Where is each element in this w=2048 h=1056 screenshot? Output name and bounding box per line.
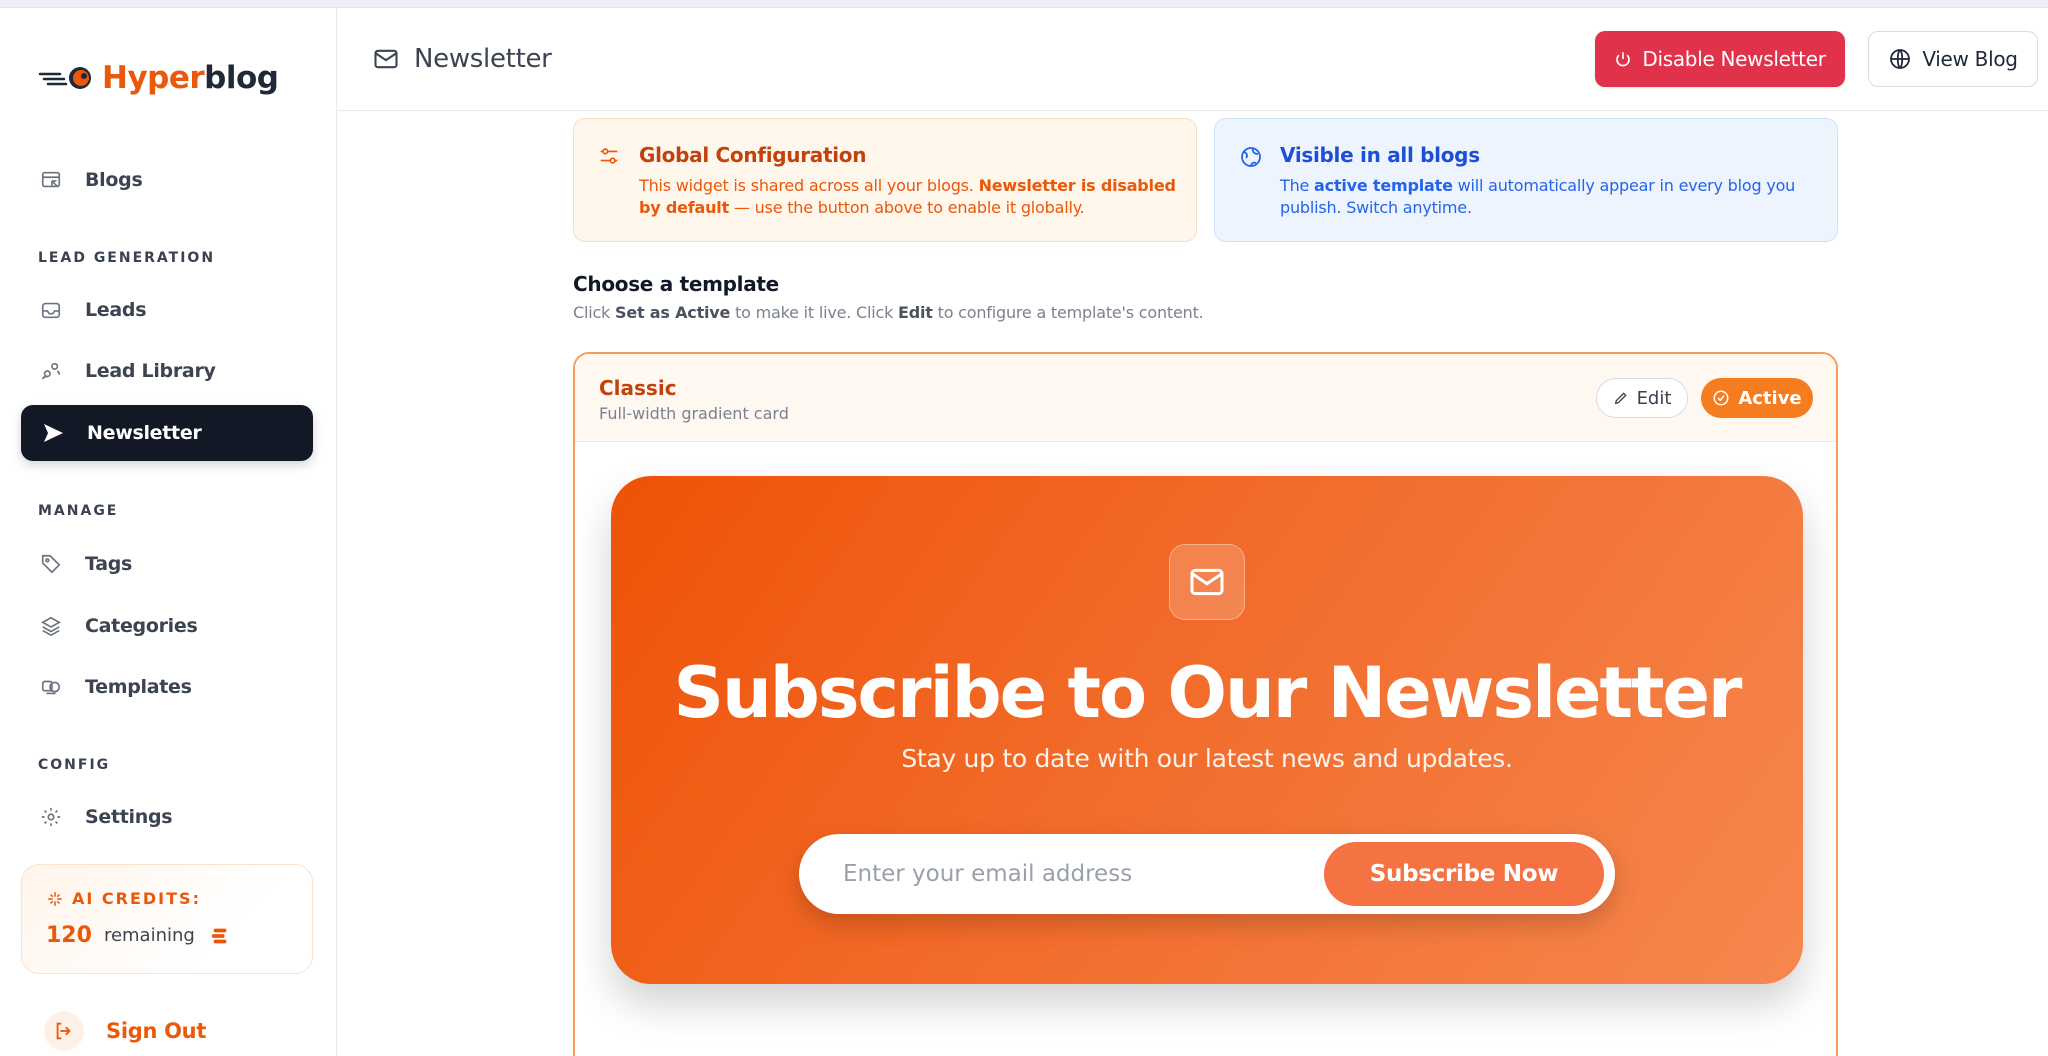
send-icon: [41, 421, 65, 445]
newsletter-preview: Subscribe to Our Newsletter Stay up to d…: [611, 476, 1803, 984]
global-configuration-card: Global Configuration This widget is shar…: [573, 118, 1197, 242]
sidebar-item-label: Templates: [85, 676, 192, 698]
sidebar-item-label: Tags: [85, 553, 133, 575]
page-title: Newsletter: [372, 44, 552, 74]
ai-credits-title: AI CREDITS:: [46, 889, 201, 908]
section-label-lead-generation: LEAD GENERATION: [38, 250, 216, 266]
globe-icon: [1890, 49, 1911, 69]
template-name: Classic: [599, 376, 677, 400]
preview-subtitle: Stay up to date with our latest news and…: [901, 744, 1513, 773]
sidebar-item-newsletter[interactable]: Newsletter: [21, 405, 313, 461]
sidebar-item-label: Blogs: [85, 169, 143, 191]
users-icon: [39, 359, 63, 383]
sidebar-item-lead-library[interactable]: Lead Library: [21, 343, 313, 399]
mail-icon: [374, 49, 398, 69]
power-icon: [1616, 52, 1631, 67]
sidebar-item-categories[interactable]: Categories: [21, 598, 313, 654]
sidebar-item-leads[interactable]: Leads: [21, 282, 313, 338]
sidebar-item-label: Settings: [85, 806, 173, 828]
sidebar-item-tags[interactable]: Tags: [21, 536, 313, 592]
sidebar: Hyperblog Blogs LEAD GENERATION Leads Le…: [0, 8, 337, 1056]
top-border: [0, 0, 2048, 8]
logo[interactable]: Hyperblog: [38, 58, 279, 98]
visible-in-all-blogs-card: Visible in all blogs The active template…: [1214, 118, 1838, 242]
sidebar-item-label: Leads: [85, 299, 147, 321]
blogs-icon: [39, 168, 63, 192]
sidebar-item-label: Newsletter: [87, 422, 202, 444]
tag-icon: [39, 552, 63, 576]
ai-credits-card: AI CREDITS: 120 remaining: [21, 864, 313, 974]
card-body: This widget is shared across all your bl…: [639, 176, 1176, 217]
ai-credits-count: 120 remaining: [46, 923, 231, 948]
coins-icon: [211, 928, 227, 943]
sign-out-label: Sign Out: [106, 1019, 207, 1043]
sidebar-item-blogs[interactable]: Blogs: [21, 152, 313, 208]
page-title-text: Newsletter: [414, 44, 552, 74]
template-description: Full-width gradient card: [599, 404, 789, 423]
logo-icon: [38, 67, 91, 89]
sign-out-button[interactable]: Sign Out: [44, 1011, 206, 1051]
credits-remaining-label: remaining: [103, 925, 195, 946]
disable-newsletter-button[interactable]: Disable Newsletter: [1595, 31, 1845, 87]
card-body: The active template will automatically a…: [1280, 176, 1796, 217]
subscribe-form: Subscribe Now: [799, 834, 1615, 914]
envelope-icon: [1169, 544, 1245, 620]
choose-template-heading: Choose a template: [573, 272, 779, 296]
inbox-icon: [39, 298, 63, 322]
card-title: Visible in all blogs: [1280, 143, 1480, 167]
credits-number: 120: [46, 923, 92, 948]
sparkle-icon: [48, 891, 62, 906]
sign-out-icon: [44, 1011, 84, 1051]
sidebar-item-label: Categories: [85, 615, 198, 637]
preview-title: Subscribe to Our Newsletter: [673, 652, 1743, 734]
sidebar-item-label: Lead Library: [85, 360, 216, 382]
subscribe-now-button[interactable]: Subscribe Now: [1324, 842, 1604, 906]
gear-icon: [39, 805, 63, 829]
choose-template-subtitle: Click Set as Active to make it live. Cli…: [573, 303, 1204, 322]
pencil-icon: [1614, 392, 1627, 405]
section-label-manage: MANAGE: [38, 503, 119, 519]
templates-icon: [39, 675, 63, 699]
globe-icon: [1239, 145, 1263, 173]
template-card-classic[interactable]: Classic Full-width gradient card Edit Ac…: [573, 352, 1838, 1056]
logo-text: Hyperblog: [102, 60, 279, 96]
edit-template-button[interactable]: Edit: [1596, 378, 1688, 418]
page-header: Newsletter Disable Newsletter View Blog: [338, 8, 2048, 111]
active-template-button[interactable]: Active: [1701, 378, 1813, 418]
email-input[interactable]: [843, 852, 1303, 896]
view-blog-button[interactable]: View Blog: [1868, 31, 2038, 87]
layers-icon: [39, 614, 63, 638]
template-card-header: Classic Full-width gradient card Edit Ac…: [575, 354, 1836, 442]
check-circle-icon: [1713, 390, 1729, 406]
card-title: Global Configuration: [639, 143, 867, 167]
section-label-config: CONFIG: [38, 757, 111, 773]
sidebar-item-settings[interactable]: Settings: [21, 789, 313, 845]
sliders-icon: [598, 145, 620, 171]
sidebar-item-templates[interactable]: Templates: [21, 659, 313, 715]
